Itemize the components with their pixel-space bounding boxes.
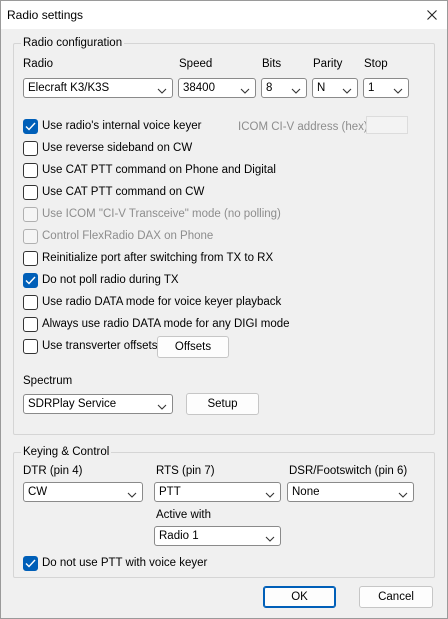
radio-label: Radio [23,58,54,70]
checkbox-label: Do not poll radio during TX [42,274,179,286]
radio-select-value: Elecraft K3/K3S [28,82,110,94]
speed-select-value: 38400 [183,82,215,94]
ok-button[interactable]: OK [263,586,336,608]
bits-select[interactable]: 8 [261,78,307,98]
checkbox-label: Use radio DATA mode for voice keyer play… [42,296,282,308]
dtr-label: DTR (pin 4) [23,465,83,477]
chevron-down-icon [157,401,167,413]
radio-select[interactable]: Elecraft K3/K3S [23,78,173,98]
rts-select-value: PTT [159,486,181,498]
radio-configuration-label: Radio configuration [21,37,125,50]
checkbox-label: Use CAT PTT command on CW [42,186,205,198]
stop-label: Stop [364,58,388,70]
chevron-down-icon [291,85,301,97]
spectrum-label: Spectrum [23,375,73,387]
parity-select[interactable]: N [312,78,358,98]
rts-label: RTS (pin 7) [156,465,215,477]
parity-select-value: N [317,82,326,94]
dsr-select-value: None [292,486,320,498]
checkbox-box [23,295,38,310]
chevron-down-icon [393,85,403,97]
checkbox-box [23,119,38,134]
checkbox-label: Control FlexRadio DAX on Phone [42,230,214,242]
checkbox-box [23,229,38,244]
icom-address-label: ICOM CI-V address (hex) [238,121,368,133]
checkbox-box [23,556,38,571]
keying-control-label: Keying & Control [21,446,112,459]
dsr-label: DSR/Footswitch (pin 6) [289,465,408,477]
checkbox-box [23,251,38,266]
chevron-down-icon [342,85,352,97]
dtr-select-value: CW [28,486,48,498]
speed-label: Speed [179,58,213,70]
window-title: Radio settings [7,8,84,22]
checkbox-box [23,339,38,354]
checkbox-label: Use CAT PTT command on Phone and Digital [42,164,276,176]
close-icon[interactable] [423,6,441,24]
chevron-down-icon [265,533,275,545]
parity-label: Parity [313,58,343,70]
title-bar: Radio settings [1,1,447,29]
active-with-label: Active with [156,509,211,521]
checkbox-label: Use transverter offsets [42,340,158,352]
checkbox-label: Use radio's internal voice keyer [42,120,202,132]
stop-select-value: 1 [368,82,375,94]
icom-address-input [366,116,408,134]
chevron-down-icon [240,85,250,97]
active-with-select[interactable]: Radio 1 [154,526,281,546]
checkbox-box [23,185,38,200]
checkbox-box [23,163,38,178]
checkbox-label: Do not use PTT with voice keyer [42,557,208,569]
bits-select-value: 8 [266,82,273,94]
dtr-select[interactable]: CW [23,482,143,502]
spectrum-select-value: SDRPlay Service [28,398,117,410]
stop-select[interactable]: 1 [363,78,409,98]
speed-select[interactable]: 38400 [178,78,256,98]
chevron-down-icon [157,85,167,97]
radio-settings-dialog: Radio settings Radio configuration Radio… [0,0,448,619]
checkbox-label: Reinitialize port after switching from T… [42,252,274,264]
spectrum-setup-button[interactable]: Setup [186,393,259,415]
chevron-down-icon [398,489,408,501]
active-with-select-value: Radio 1 [159,530,199,542]
checkbox-label: Use reverse sideband on CW [42,142,193,154]
checkbox-label: Always use radio DATA mode for any DIGI … [42,318,290,330]
checkbox-label: Use ICOM "CI-V Transceive" mode (no poll… [42,208,281,220]
dsr-select[interactable]: None [287,482,414,502]
checkbox-box [23,207,38,222]
bits-label: Bits [262,58,282,70]
offsets-button[interactable]: Offsets [157,336,229,358]
rts-select[interactable]: PTT [154,482,281,502]
checkbox-box [23,141,38,156]
cancel-button[interactable]: Cancel [359,586,433,608]
spectrum-select[interactable]: SDRPlay Service [23,394,173,414]
checkbox-box [23,273,38,288]
chevron-down-icon [127,489,137,501]
checkbox-box [23,317,38,332]
chevron-down-icon [265,489,275,501]
